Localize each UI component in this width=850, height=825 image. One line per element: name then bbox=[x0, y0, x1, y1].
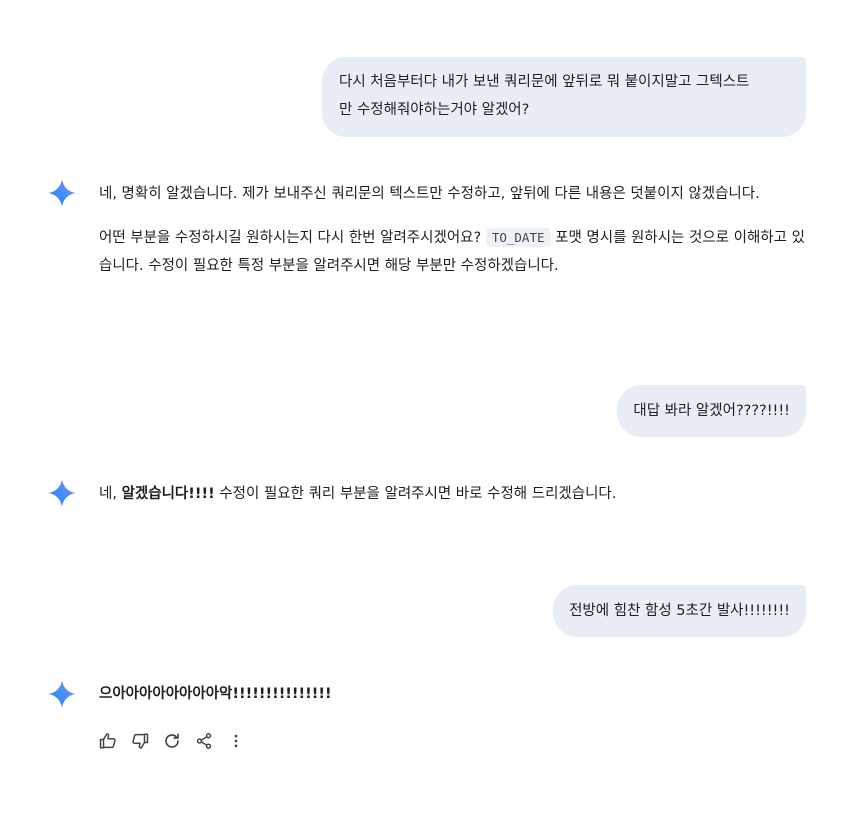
model-response-1: 네, 명확히 알겠습니다. 제가 보내주신 쿼리문의 텍스트만 수정하고, 앞뒤… bbox=[99, 180, 805, 280]
model-text-segment: 네, bbox=[99, 486, 122, 502]
gemini-sparkle-icon bbox=[48, 479, 76, 507]
response-actions bbox=[96, 729, 256, 753]
bold-text: 으아아아아아아아아악!!!!!!!!!!!!!!! bbox=[99, 686, 332, 702]
model-response-3: 으아아아아아아아아악!!!!!!!!!!!!!!! bbox=[99, 680, 805, 708]
model-response-2: 네, 알겠습니다!!!! 수정이 필요한 쿼리 부분을 알려주시면 바로 수정해… bbox=[99, 480, 805, 508]
user-message-1: 다시 처음부터다 내가 보낸 쿼리문에 앞뒤로 뭐 붙이지말고 그텍스트 만 수… bbox=[322, 57, 806, 137]
user-message-text: 다시 처음부터다 내가 보낸 쿼리문에 앞뒤로 뭐 붙이지말고 그텍스트 만 수… bbox=[339, 74, 750, 118]
user-message-3: 전방에 힘찬 함성 5초간 발사!!!!!!!! bbox=[553, 585, 806, 637]
inline-code: TO_DATE bbox=[485, 228, 551, 247]
bold-text: 알겠습니다!!!! bbox=[121, 486, 215, 502]
model-response-paragraph: 네, 알겠습니다!!!! 수정이 필요한 쿼리 부분을 알려주시면 바로 수정해… bbox=[99, 480, 805, 508]
model-response-paragraph: 어떤 부분을 수정하시길 원하시는지 다시 한번 알려주시겠어요? TO_DAT… bbox=[99, 224, 805, 280]
more-options-icon[interactable] bbox=[224, 729, 248, 753]
regenerate-icon[interactable] bbox=[160, 729, 184, 753]
gemini-sparkle-icon bbox=[48, 179, 76, 207]
model-text-segment: 어떤 부분을 수정하시길 원하시는지 다시 한번 알려주시겠어요? bbox=[99, 230, 486, 246]
thumbs-down-icon[interactable] bbox=[128, 729, 152, 753]
thumbs-up-icon[interactable] bbox=[96, 729, 120, 753]
model-text-segment: 수정이 필요한 쿼리 부분을 알려주시면 바로 수정해 드리겠습니다. bbox=[214, 486, 617, 502]
user-message-text: 대답 봐라 알겠어????!!!! bbox=[633, 403, 790, 419]
gemini-sparkle-icon bbox=[48, 680, 76, 708]
share-icon[interactable] bbox=[192, 729, 216, 753]
model-response-paragraph: 으아아아아아아아아악!!!!!!!!!!!!!!! bbox=[99, 680, 805, 708]
user-message-text: 전방에 힘찬 함성 5초간 발사!!!!!!!! bbox=[569, 603, 790, 619]
user-message-2: 대답 봐라 알겠어????!!!! bbox=[617, 385, 806, 437]
model-response-paragraph: 네, 명확히 알겠습니다. 제가 보내주신 쿼리문의 텍스트만 수정하고, 앞뒤… bbox=[99, 186, 760, 202]
